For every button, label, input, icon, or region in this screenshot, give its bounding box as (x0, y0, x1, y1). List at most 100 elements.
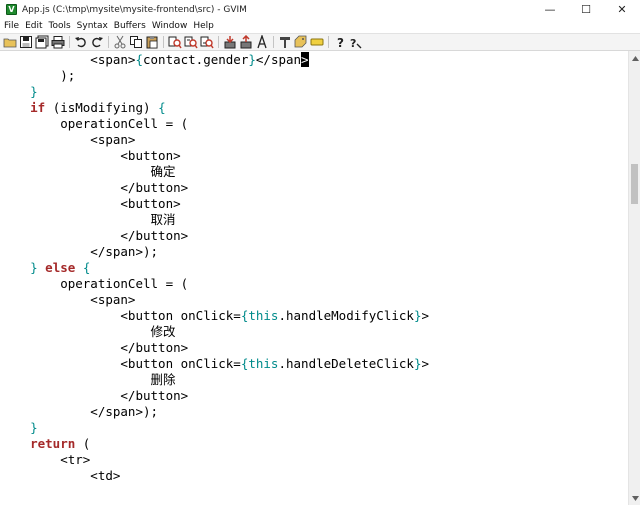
code-text: ( (75, 436, 91, 451)
print-icon[interactable] (50, 35, 65, 50)
undo-icon[interactable] (73, 35, 88, 50)
find-next-icon[interactable] (183, 35, 198, 50)
keyword-token: return (30, 436, 76, 451)
find-help-icon[interactable]: ? (348, 35, 363, 50)
cut-icon[interactable] (112, 35, 127, 50)
toolbar-separator (163, 36, 164, 48)
code-text: </span (255, 52, 302, 67)
menu-bar: File Edit Tools Syntax Buffers Window He… (0, 19, 640, 33)
code-text: > (421, 356, 429, 371)
help-icon[interactable]: ? (332, 35, 347, 50)
code-line: 取消 (0, 212, 176, 228)
this-keyword-token: this (248, 308, 279, 323)
toolbar-separator (69, 36, 70, 48)
code-text: 取消 (0, 212, 176, 227)
code-text: <td> (0, 468, 121, 483)
code-text: .handleModifyClick (278, 308, 414, 323)
menu-file[interactable]: File (0, 21, 22, 31)
code-text: </span>); (0, 244, 159, 259)
code-line: <tr> (0, 452, 90, 468)
scroll-down-icon[interactable] (629, 493, 640, 503)
copy-icon[interactable] (128, 35, 143, 50)
menu-syntax[interactable]: Syntax (74, 21, 111, 31)
code-text: ); (0, 68, 76, 83)
redo-icon[interactable] (89, 35, 104, 50)
menu-tools[interactable]: Tools (46, 21, 74, 31)
code-line: </button> (0, 340, 188, 356)
code-line: } (0, 84, 38, 100)
find-replace-icon[interactable] (167, 35, 182, 50)
menu-buffers[interactable]: Buffers (111, 21, 149, 31)
svg-text:?: ? (337, 36, 344, 49)
brace-token: } (30, 420, 38, 435)
window-controls: — ☐ ✕ (532, 0, 640, 19)
code-text: </button> (0, 340, 189, 355)
menu-window[interactable]: Window (149, 21, 191, 31)
open-icon[interactable] (2, 35, 17, 50)
tag-jump-icon[interactable] (309, 35, 324, 50)
code-text: <button> (0, 148, 181, 163)
code-line: 删除 (0, 372, 176, 388)
vertical-scrollbar[interactable] (628, 51, 640, 505)
scrollbar-thumb[interactable] (631, 164, 638, 204)
brace-token: { (82, 260, 91, 275)
code-text: <span> (0, 52, 136, 67)
text-cursor: > (301, 52, 309, 67)
code-line: <span>{contact.gender}</span> (0, 52, 309, 68)
code-line: </span>); (0, 244, 158, 260)
code-text: operationCell = ( (0, 276, 189, 291)
toolbar-separator (328, 36, 329, 48)
code-text: <tr> (0, 452, 91, 467)
code-editor[interactable]: <span>{contact.gender}</span> ); } if (i… (0, 51, 628, 505)
toolbar-separator (273, 36, 274, 48)
code-line: operationCell = ( (0, 276, 188, 292)
scroll-up-icon[interactable] (629, 53, 640, 63)
code-line: <span> (0, 132, 135, 148)
toolbar-separator (108, 36, 109, 48)
save-all-icon[interactable] (34, 35, 49, 50)
code-line: <button> (0, 148, 181, 164)
run-script-icon[interactable] (254, 35, 269, 50)
load-session-icon[interactable] (222, 35, 237, 50)
code-text: </button> (0, 228, 189, 243)
code-text: (isModifying) (45, 100, 159, 115)
code-line: ); (0, 68, 75, 84)
menu-edit[interactable]: Edit (22, 21, 45, 31)
code-line: </span>); (0, 404, 158, 420)
code-text: operationCell = ( (0, 116, 189, 131)
find-prev-icon[interactable] (199, 35, 214, 50)
this-keyword-token: this (248, 356, 279, 371)
close-button[interactable]: ✕ (604, 0, 640, 19)
code-line: return ( (0, 436, 90, 452)
code-text: <button> (0, 196, 181, 211)
code-text: 确定 (0, 164, 176, 179)
code-line: <button onClick={this.handleModifyClick}… (0, 308, 429, 324)
code-line: <span> (0, 292, 135, 308)
code-text: </span>); (0, 404, 159, 419)
brace-token: { (135, 52, 143, 67)
minimize-button[interactable]: — (532, 0, 568, 19)
code-line: 修改 (0, 324, 176, 340)
code-line: </button> (0, 180, 188, 196)
make-icon[interactable] (277, 35, 292, 50)
code-line: } (0, 420, 38, 436)
toolbar: ?? (0, 33, 640, 51)
window-title: App.js (C:\tmp\mysite\mysite-frontend\sr… (22, 4, 247, 15)
brace-token: } (248, 52, 256, 67)
code-text: <button onClick= (0, 356, 241, 371)
menu-help[interactable]: Help (190, 21, 217, 31)
keyword-token: if (30, 100, 46, 115)
code-line: operationCell = ( (0, 116, 188, 132)
code-text: 修改 (0, 324, 176, 339)
code-line: <button> (0, 196, 181, 212)
save-icon[interactable] (18, 35, 33, 50)
save-session-icon[interactable] (238, 35, 253, 50)
maximize-button[interactable]: ☐ (568, 0, 604, 19)
code-line: <button onClick={this.handleDeleteClick}… (0, 356, 429, 372)
code-text: <span> (0, 292, 136, 307)
paste-icon[interactable] (144, 35, 159, 50)
run-ctags-icon[interactable] (293, 35, 308, 50)
